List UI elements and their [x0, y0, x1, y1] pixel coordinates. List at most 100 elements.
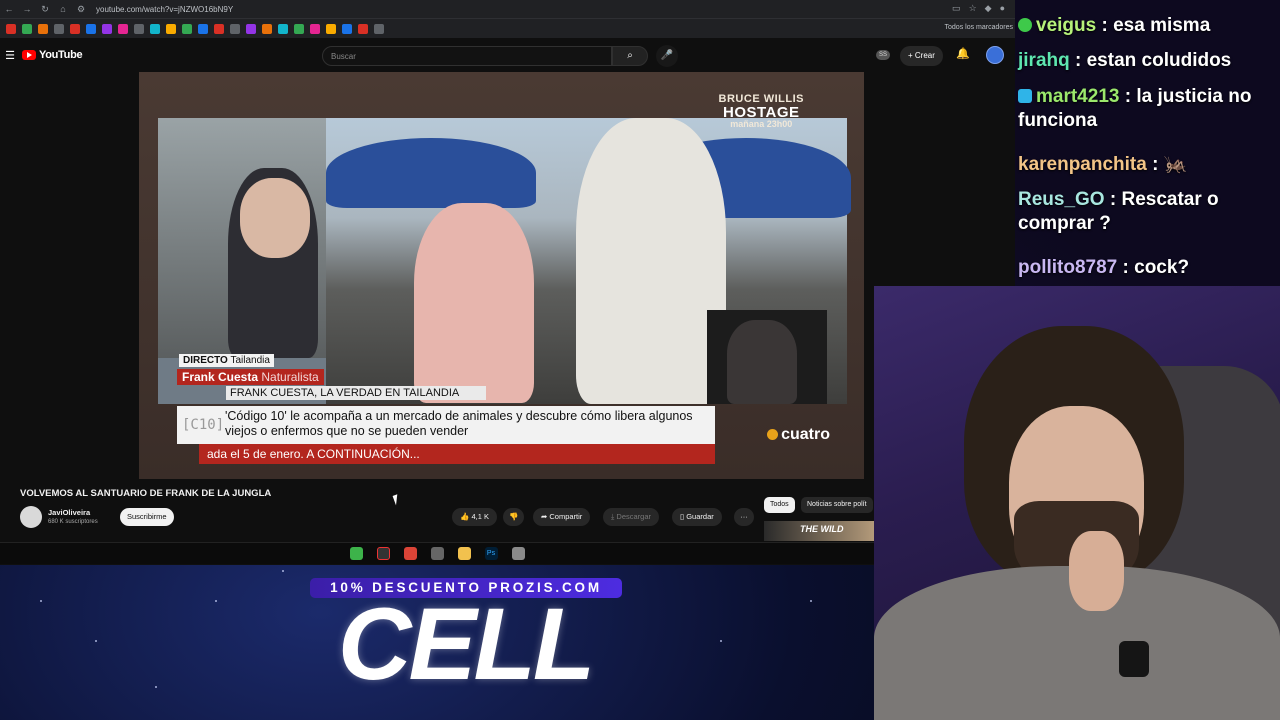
chat-message: jirahq : estan coludidos [1018, 49, 1278, 73]
youtube-logo[interactable]: YouTube [22, 49, 83, 61]
search-input[interactable]: Buscar [322, 46, 612, 66]
bookmark-icon[interactable] [54, 23, 64, 34]
ss-badge[interactable]: SS [876, 50, 891, 60]
channel-logo: cuatro [767, 426, 830, 444]
photoshop-icon[interactable]: Ps [484, 547, 498, 560]
site-info-icon[interactable]: ⚙ [72, 4, 90, 15]
url-field[interactable]: youtube.com/watch?v=jNZWO16bN9Y [96, 5, 233, 14]
live-camera-inset [158, 118, 326, 358]
bookmark-icon[interactable] [182, 23, 192, 34]
bookmark-icon[interactable] [22, 23, 32, 34]
bookmark-icon[interactable] [342, 23, 352, 34]
bookmark-icon[interactable] [150, 23, 160, 34]
create-label: Crear [914, 51, 935, 60]
bookmark-icon[interactable] [70, 23, 80, 34]
account-avatar[interactable] [986, 46, 1004, 64]
home-icon[interactable]: ⌂ [54, 4, 72, 14]
create-button[interactable]: + Crear [900, 46, 943, 66]
search-icon[interactable]: ⌕ [612, 46, 648, 66]
share-button[interactable]: ➦ Compartir [533, 508, 591, 526]
promo-line-2: HOSTAGE [722, 104, 800, 121]
bookmark-icon[interactable] [230, 23, 240, 34]
cuatro-dot-icon [767, 429, 779, 440]
video-player[interactable]: BRUCE WILLIS HOSTAGE mañana 23h00 DIRECT… [139, 72, 864, 479]
bookmark-icon[interactable] [214, 23, 224, 34]
chat-user: jirahq [1018, 50, 1070, 71]
install-icon[interactable]: ▭ [952, 3, 961, 14]
hamburger-menu-icon[interactable]: ☰ [0, 49, 20, 62]
live-label: DIRECTO Tailandia [179, 354, 274, 367]
man-figure [576, 118, 726, 404]
chat-message: karenpanchita : 🦗 [1018, 153, 1278, 177]
more-actions-button[interactable]: ··· [734, 508, 754, 526]
video-title: VOLVEMOS AL SANTUARIO DE FRANK DE LA JUN… [20, 488, 272, 499]
chat-text: : esa misma [1096, 15, 1211, 36]
youtube-logo-text: YouTube [39, 49, 83, 61]
youtube-play-icon [22, 50, 36, 60]
taskbar: Ps [0, 542, 874, 564]
bookmark-icon[interactable] [6, 23, 16, 34]
chat-user: veigus [1036, 15, 1097, 36]
live-location: Tailandia [230, 355, 270, 366]
app-icon[interactable] [430, 547, 444, 560]
channel-name[interactable]: JaviOliveira [48, 508, 90, 517]
notifications-bell-icon[interactable]: 🔔 [956, 47, 970, 60]
app-icon[interactable] [349, 547, 363, 560]
chrome-icon[interactable] [403, 547, 417, 560]
chip-all[interactable]: Todos [764, 497, 795, 513]
download-button[interactable]: ⤓ Descargar [603, 508, 660, 526]
related-video-thumbnail[interactable]: THE WILD [764, 521, 874, 541]
star-bookmark-icon[interactable]: ☆ [969, 3, 977, 14]
bookmark-icon[interactable] [38, 23, 48, 34]
back-icon[interactable]: ← [0, 4, 18, 14]
bookmark-icon[interactable] [246, 23, 256, 34]
bookmark-icon[interactable] [358, 23, 368, 34]
bookmark-icon[interactable] [374, 23, 384, 34]
chat-message: pollito8787 : cock? [1018, 256, 1278, 280]
browser-window: ← → ↻ ⌂ ⚙ youtube.com/watch?v=jNZWO16bN9… [0, 0, 1015, 565]
bookmark-icon[interactable] [278, 23, 288, 34]
bookmark-icon[interactable] [134, 23, 144, 34]
bookmark-icon[interactable] [326, 23, 336, 34]
bookmark-icon[interactable] [166, 23, 176, 34]
bookmark-icon[interactable] [198, 23, 208, 34]
all-bookmarks[interactable]: Todos los marcadores [945, 24, 1013, 31]
like-button[interactable]: 👍 4,1 K [452, 508, 497, 526]
obs-icon[interactable] [376, 547, 390, 560]
bookmarks-bar: Todos los marcadores [0, 18, 1015, 38]
microphone-icon[interactable]: 🎤 [656, 45, 678, 67]
youtube-header: ☰ YouTube Buscar ⌕ 🎤 SS + Crear 🔔 [0, 38, 1015, 72]
reload-icon[interactable]: ↻ [36, 4, 54, 15]
star [215, 600, 217, 602]
streamer-webcam [874, 286, 1280, 720]
streamer-hand [1069, 531, 1124, 611]
bookmark-icon[interactable] [310, 23, 320, 34]
chat-user: mart4213 [1036, 86, 1120, 107]
share-label: Compartir [549, 512, 583, 521]
like-count: 4,1 K [471, 512, 489, 521]
extension-icon[interactable]: ◆ [985, 3, 992, 14]
bookmark-icon[interactable] [262, 23, 272, 34]
dislike-button[interactable]: 👎 [503, 508, 525, 526]
folder-icon[interactable] [457, 547, 471, 560]
woman-figure [414, 203, 534, 403]
subscribe-button[interactable]: Suscribirme [120, 508, 174, 526]
bookmark-icon[interactable] [118, 23, 128, 34]
app-icon[interactable] [511, 547, 525, 560]
channel-logo-text: cuatro [781, 426, 830, 443]
stream-scene: ← → ↻ ⌂ ⚙ youtube.com/watch?v=jNZWO16bN9… [0, 0, 1280, 720]
thumbnail-text: THE WILD [800, 524, 844, 534]
chat-user: pollito8787 [1018, 257, 1118, 278]
bookmark-icon[interactable] [86, 23, 96, 34]
bookmark-icon[interactable] [102, 23, 112, 34]
channel-avatar[interactable] [20, 506, 42, 528]
bookmark-icon[interactable] [294, 23, 304, 34]
save-button[interactable]: ▯ Guardar [672, 508, 722, 526]
profile-icon[interactable]: ● [1000, 3, 1005, 14]
sponsor-headline: CELL [337, 587, 595, 701]
chip-news[interactable]: Noticias sobre polít [801, 497, 873, 513]
forward-icon[interactable]: → [18, 4, 36, 14]
download-label: Descargar [616, 512, 652, 521]
thumbs-down-icon: 👎 [509, 512, 519, 521]
star [810, 600, 812, 602]
